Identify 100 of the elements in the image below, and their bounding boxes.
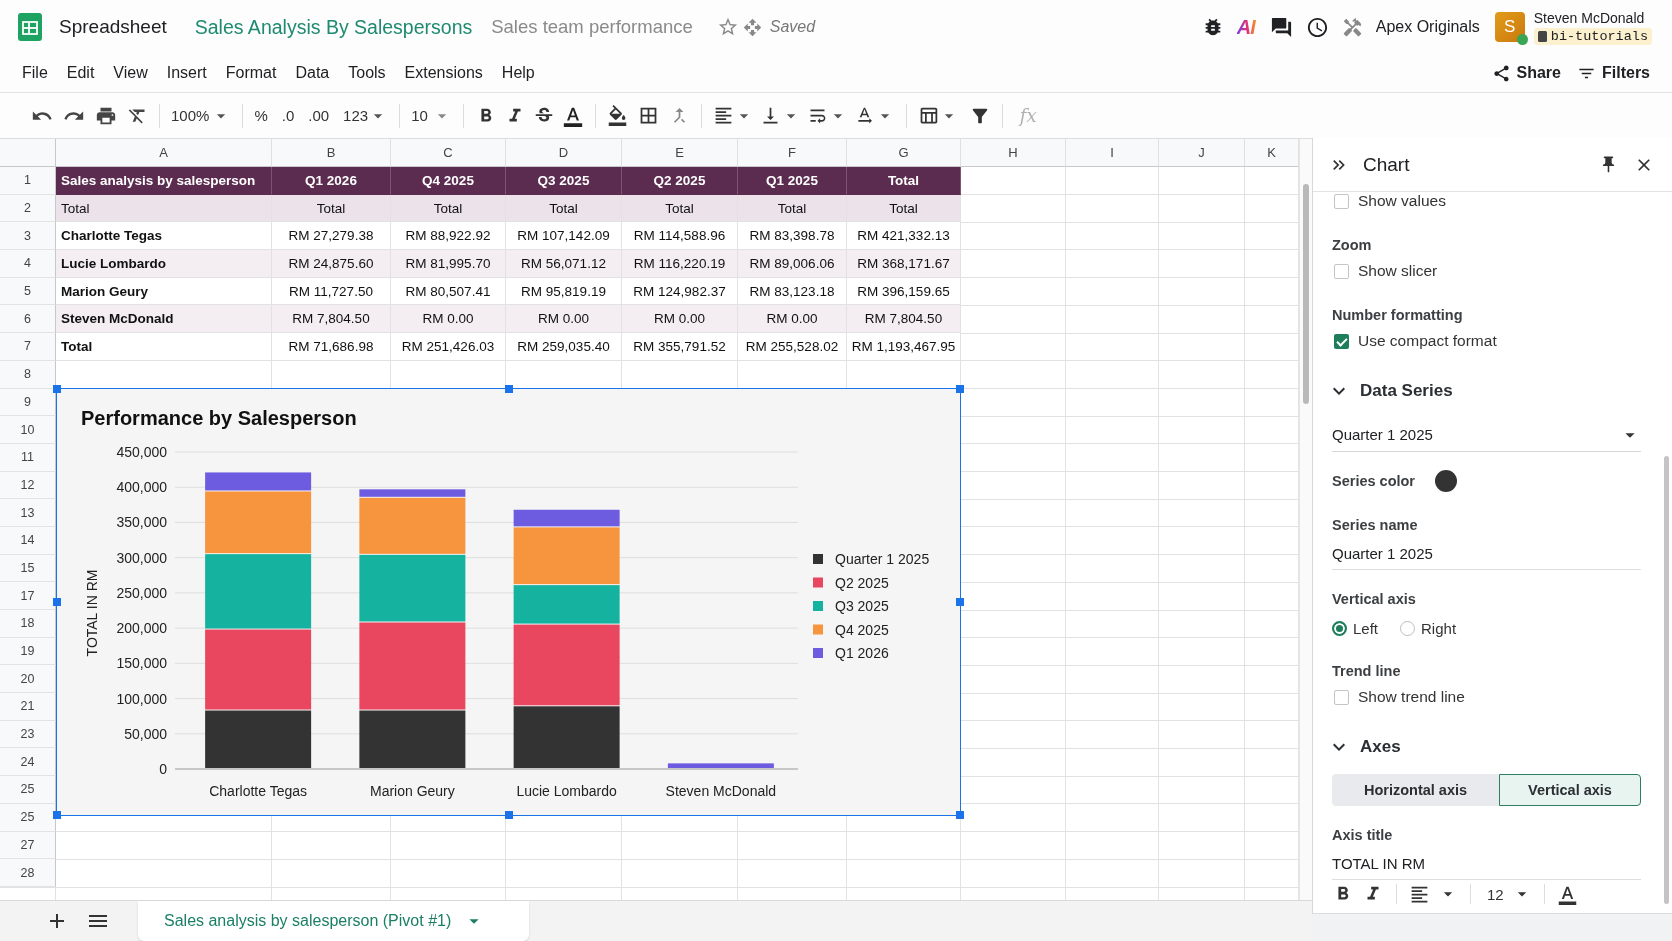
menu-item[interactable]: Data [295, 64, 330, 82]
text-field[interactable]: Quarter 1 2025 [1332, 538, 1641, 570]
table-cell: Total [272, 194, 391, 223]
row-header[interactable]: 4 [0, 250, 56, 278]
format-button[interactable]: 123 [343, 107, 369, 124]
format-button[interactable]: .0 [281, 107, 295, 124]
row-header[interactable]: 3 [0, 222, 56, 251]
column-header[interactable]: F [738, 139, 847, 167]
row-header[interactable]: 25 [0, 803, 56, 832]
row-header[interactable]: 20 [0, 665, 56, 694]
font-size-select[interactable]: 12 [1487, 885, 1504, 903]
format-button[interactable]: % [254, 107, 268, 124]
row-header[interactable]: 28 [0, 859, 56, 887]
axis-tick-label: 50,000 [124, 725, 167, 742]
table-cell: Q1 2025 [738, 167, 847, 195]
legend-label: Q3 2025 [835, 598, 889, 614]
tag-icon [1537, 30, 1547, 42]
column-header[interactable]: I [1066, 139, 1159, 167]
row-header[interactable]: 18 [0, 610, 56, 638]
font-size-select[interactable]: 10 [411, 107, 428, 124]
column-header[interactable]: G [847, 139, 961, 167]
tag-label: bi-tutorials [1550, 28, 1648, 44]
menu-item[interactable]: Extensions [404, 64, 483, 82]
menu-item[interactable]: Edit [66, 64, 95, 82]
move-icon[interactable] [742, 17, 762, 37]
row-header[interactable]: 23 [0, 720, 56, 749]
section-toggle[interactable]: Axes [1327, 735, 1401, 759]
share-icon[interactable] [1491, 63, 1511, 83]
menu-item[interactable]: Format [225, 64, 277, 82]
row-header[interactable]: 5 [0, 277, 56, 306]
row-header[interactable]: 10 [0, 416, 56, 444]
column-header[interactable]: C [391, 139, 506, 167]
scrollbar-thumb[interactable] [1303, 184, 1309, 404]
document-title[interactable]: Sales Analysis By Salespersons [194, 15, 473, 39]
column-header[interactable]: D [506, 139, 622, 167]
chart-card[interactable] [56, 388, 961, 816]
row-header[interactable]: 6 [0, 305, 56, 334]
sheet-tab[interactable]: Sales analysis by salesperson (Pivot #1) [138, 900, 529, 941]
radio-button[interactable] [1400, 620, 1416, 636]
grid-logo-icon[interactable] [18, 13, 42, 41]
clock-icon[interactable] [1305, 15, 1329, 39]
column-header[interactable]: A [56, 139, 272, 167]
checkbox[interactable] [1334, 333, 1349, 349]
column-header[interactable]: J [1159, 139, 1245, 167]
row-header[interactable]: 7 [0, 333, 56, 361]
segment-button[interactable]: Vertical axis [1499, 774, 1641, 806]
series-dropdown[interactable]: Quarter 1 2025 [1332, 418, 1641, 452]
format-button[interactable]: .00 [308, 107, 330, 124]
row-header[interactable]: 27 [0, 831, 56, 860]
resize-handle[interactable] [956, 385, 964, 393]
resize-handle[interactable] [53, 385, 61, 393]
category-label: Lucie Lombardo [516, 783, 617, 799]
section-toggle[interactable]: Data Series [1327, 379, 1453, 403]
menu-item[interactable]: File [22, 64, 48, 82]
zoom-select[interactable]: 100% [171, 107, 210, 124]
row-header[interactable]: 9 [0, 388, 56, 417]
row-header[interactable]: 1 [0, 167, 56, 195]
checkbox[interactable] [1334, 193, 1349, 209]
row-header[interactable]: 12 [0, 471, 56, 500]
checkbox[interactable] [1334, 689, 1349, 705]
table-cell: RM 0.00 [506, 305, 622, 334]
row-header[interactable]: 2 [0, 194, 56, 223]
row-header[interactable]: 15 [0, 554, 56, 583]
resize-handle[interactable] [956, 598, 964, 606]
row-header[interactable]: 24 [0, 748, 56, 777]
row-header[interactable]: 25 [0, 776, 56, 804]
row-header[interactable]: 17 [0, 582, 56, 610]
radio-button[interactable] [1332, 620, 1347, 636]
chat-icon[interactable] [1269, 15, 1293, 39]
color-swatch-icon[interactable] [1435, 470, 1457, 492]
resize-handle[interactable] [504, 385, 513, 393]
row-header[interactable]: 13 [0, 499, 56, 527]
fill-color-icon[interactable] [606, 105, 628, 126]
text-field[interactable]: TOTAL IN RM [1332, 848, 1641, 880]
menu-item[interactable]: Insert [166, 64, 207, 82]
resize-handle[interactable] [53, 811, 61, 819]
table-cell: RM 368,171.67 [847, 250, 961, 278]
action-button[interactable]: Filters [1577, 63, 1650, 83]
checkbox[interactable] [1334, 263, 1349, 279]
row-header[interactable]: 11 [0, 443, 56, 472]
column-header[interactable]: K [1245, 139, 1299, 167]
workspace-name[interactable]: Apex Originals [1375, 18, 1480, 36]
action-button[interactable]: Share [1491, 63, 1561, 83]
scrollbar-thumb[interactable] [1663, 456, 1669, 904]
resize-handle[interactable] [956, 811, 964, 819]
menu-item[interactable]: View [113, 64, 148, 82]
tools-icon[interactable] [1341, 16, 1363, 38]
resize-handle[interactable] [53, 598, 61, 606]
star-icon[interactable] [716, 16, 739, 38]
column-header[interactable]: E [622, 139, 738, 167]
resize-handle[interactable] [504, 811, 513, 819]
field-label: Series name [1332, 517, 1418, 533]
column-header[interactable]: B [272, 139, 391, 167]
row-header[interactable]: 21 [0, 693, 56, 721]
menu-item[interactable]: Tools [348, 64, 386, 82]
menu-item[interactable]: Help [501, 64, 535, 82]
column-header[interactable]: H [961, 139, 1066, 167]
segment-button[interactable]: Horizontal axis [1332, 774, 1499, 806]
row-header[interactable]: 14 [0, 526, 56, 555]
row-header[interactable]: 19 [0, 637, 56, 666]
